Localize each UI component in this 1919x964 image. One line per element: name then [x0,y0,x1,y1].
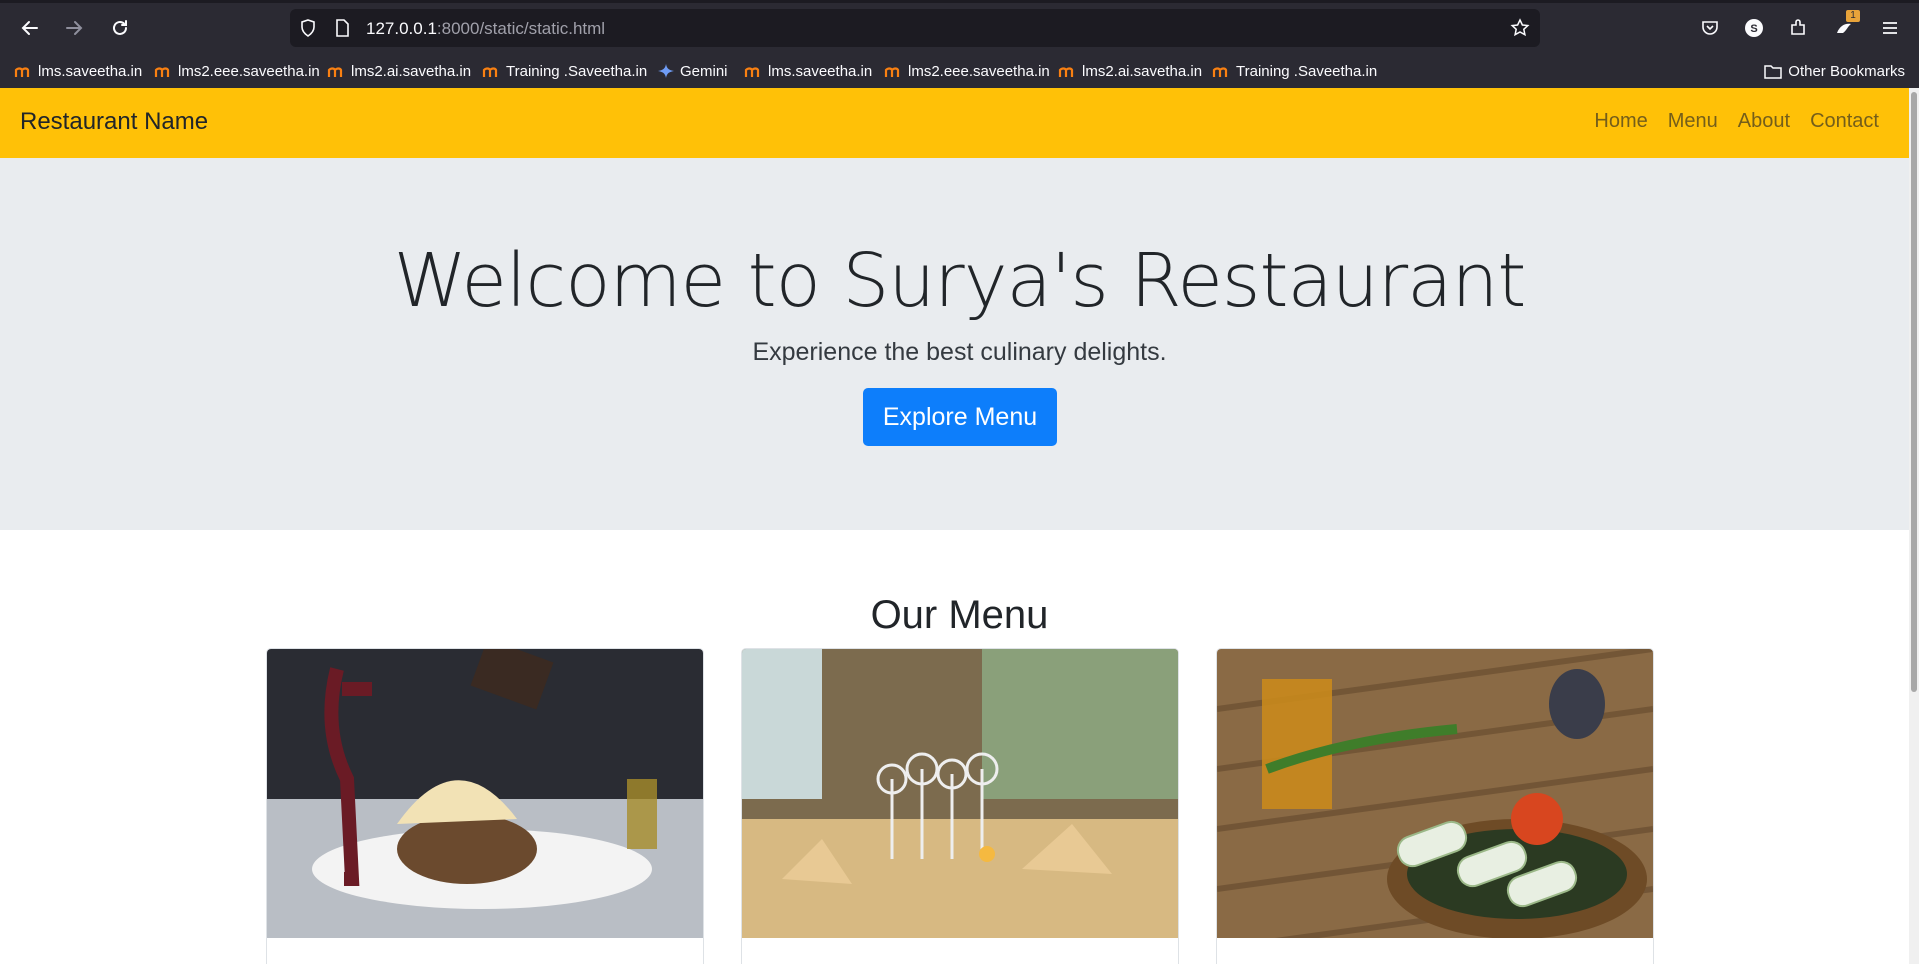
puzzle-icon [1791,19,1805,35]
folder-icon [1764,65,1783,79]
bookmark-item[interactable]: lms2.eee.saveetha.in [154,60,320,82]
bookmark-label: lms.saveetha.in [768,62,873,80]
bookmark-item[interactable]: lms.saveetha.in [744,60,872,82]
moodle-icon [1058,67,1074,77]
bookmark-label: Training .Saveetha.in [1236,62,1378,80]
shield-icon[interactable] [298,18,318,38]
pocket-button[interactable] [1694,12,1726,44]
moodle-icon [744,67,760,77]
page-icon[interactable] [332,18,352,38]
bookmark-item[interactable]: Training .Saveetha.in [482,60,647,82]
back-arrow-icon [21,21,38,35]
nav-link-contact[interactable]: Contact [1800,110,1889,133]
reload-button[interactable] [104,12,136,44]
url-text[interactable]: 127.0.0.1:8000/static/static.html [366,19,605,39]
back-button[interactable] [14,12,46,44]
bookmark-label: lms2.eee.saveetha.in [178,62,320,80]
account-avatar-icon: S [1745,19,1763,37]
page-content: Restaurant Name Home Menu About Contact … [0,88,1919,964]
extensions-button[interactable] [1782,12,1814,44]
page-scrollbar[interactable] [1909,88,1919,964]
menu-card-image [267,649,703,938]
navbar-brand[interactable]: Restaurant Name [20,108,208,136]
moodle-icon [14,67,30,77]
bookmark-item[interactable]: Gemini [656,60,728,82]
bookmark-label: lms2.ai.savetha.in [1082,62,1203,80]
other-bookmarks-label: Other Bookmarks [1788,62,1905,80]
bookmark-item[interactable]: lms2.eee.saveetha.in [884,60,1050,82]
menu-card [266,648,704,964]
pocket-icon [1702,21,1718,35]
addon-badge: 1 [1846,10,1860,22]
svg-text:S: S [1750,23,1757,35]
bookmarks-toolbar: lms.saveetha.in lms2.eee.saveetha.in lms… [0,56,1919,86]
forward-button[interactable] [58,12,90,44]
bookmark-item[interactable]: lms2.ai.savetha.in [1058,60,1202,82]
dish-photo [267,649,703,938]
gemini-icon [658,64,674,78]
bookmark-item[interactable]: Training .Saveetha.in [1212,60,1377,82]
bookmark-item[interactable]: lms2.ai.savetha.in [327,60,471,82]
bookmark-label: Gemini [680,62,728,80]
bookmark-label: Training .Saveetha.in [506,62,648,80]
menu-card-image [1217,649,1653,938]
url-host: 127.0.0.1 [366,19,437,38]
hero-section: Welcome to Surya's Restaurant Experience… [0,158,1919,530]
browser-toolbar: 127.0.0.1:8000/static/static.html S 1 lm… [0,0,1919,88]
bookmark-label: lms.saveetha.in [38,62,143,80]
nav-link-menu[interactable]: Menu [1658,110,1728,133]
menu-card-image [742,649,1178,938]
menu-card [741,648,1179,964]
moodle-icon [1212,67,1228,77]
scrollbar-thumb[interactable] [1911,92,1917,692]
moodle-icon [482,67,498,77]
forward-arrow-icon [66,21,83,35]
explore-menu-button[interactable]: Explore Menu [863,388,1057,446]
menu-card [1216,648,1654,964]
app-menu-button[interactable] [1874,12,1906,44]
nav-link-home[interactable]: Home [1584,110,1657,133]
spring-rolls-photo [1217,649,1653,938]
reload-icon [113,20,127,35]
tab-strip [0,0,1919,3]
nav-link-about[interactable]: About [1728,110,1800,133]
account-button[interactable]: S [1738,12,1770,44]
hero-title: Welcome to Surya's Restaurant [393,238,1527,324]
star-icon[interactable] [1510,18,1530,38]
address-bar[interactable]: 127.0.0.1:8000/static/static.html [290,9,1540,47]
nav-links: Home Menu About Contact [1584,110,1889,133]
hamburger-menu-icon [1883,22,1897,34]
hero-subtitle: Experience the best culinary delights. [752,338,1167,366]
bookmark-item[interactable]: lms.saveetha.in [14,60,142,82]
url-path: :8000/static/static.html [436,19,606,38]
bookmark-label: lms2.ai.savetha.in [351,62,472,80]
menu-section-title: Our Menu [870,593,1049,637]
addon-button[interactable]: 1 [1828,10,1860,44]
dining-photo [742,649,1178,938]
moodle-icon [154,67,170,77]
navbar: Restaurant Name Home Menu About Contact [0,88,1919,158]
bookmark-label: lms2.eee.saveetha.in [908,62,1050,80]
moodle-icon [884,67,900,77]
moodle-icon [327,67,343,77]
other-bookmarks[interactable]: Other Bookmarks [1764,60,1905,82]
